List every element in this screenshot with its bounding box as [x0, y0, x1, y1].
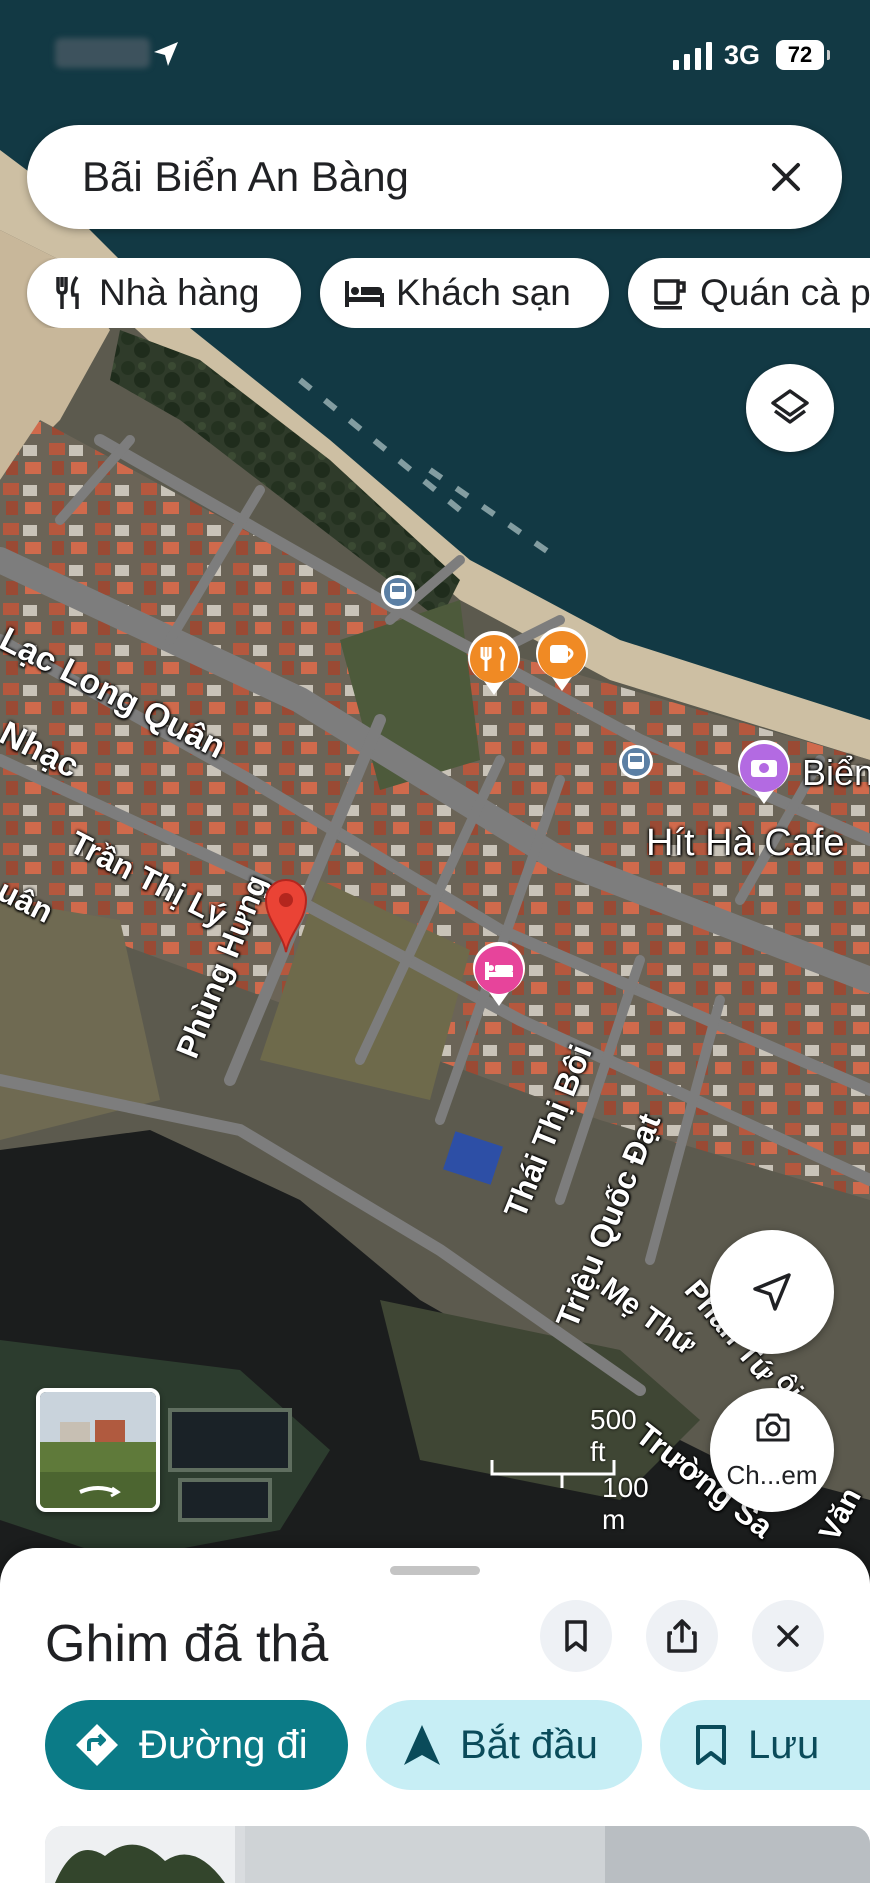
restaurant-icon [56, 275, 79, 309]
directions-button[interactable]: Đường đi [45, 1700, 348, 1790]
directions-label: Đường đi [139, 1722, 308, 1767]
camera-explore-button[interactable]: Ch...em [710, 1388, 834, 1512]
camera-button-label: Ch...em [726, 1460, 818, 1490]
battery-indicator: 72 [776, 40, 830, 70]
close-sheet-button[interactable] [752, 1600, 824, 1672]
navigation-arrow-icon [753, 1273, 791, 1311]
sheet-drag-handle[interactable] [390, 1566, 480, 1575]
place-photos[interactable] [45, 1826, 870, 1883]
place-bottom-sheet[interactable]: Ghim đã thả Đường đi Bắt đầu Lưu [0, 1548, 870, 1883]
share-button[interactable] [646, 1600, 718, 1672]
chip-label: Quán cà phê [700, 272, 870, 313]
photo-spot-marker-icon[interactable] [734, 738, 794, 808]
chip-hotels[interactable]: Khách sạn [320, 258, 609, 328]
hotel-marker-icon[interactable] [469, 940, 529, 1010]
save-button[interactable]: Lưu [660, 1700, 870, 1790]
poi-label-bien[interactable]: Biển [802, 752, 870, 794]
start-label: Bắt đầu [460, 1722, 598, 1767]
layers-icon [771, 389, 809, 424]
cafe-icon [654, 279, 686, 310]
status-bar: 3G 72 [0, 0, 870, 100]
start-navigation-button[interactable]: Bắt đầu [366, 1700, 642, 1790]
chip-cafes[interactable]: Quán cà phê [628, 258, 870, 328]
search-input[interactable]: Bãi Biển An Bàng [82, 153, 409, 201]
sheet-title: Ghim đã thả [45, 1615, 329, 1673]
camera-icon [756, 1413, 790, 1442]
my-location-button[interactable] [710, 1230, 834, 1354]
bookmark-icon [565, 1620, 587, 1652]
street-view-thumbnail[interactable] [36, 1388, 160, 1512]
save-label: Lưu [748, 1722, 820, 1767]
category-chips: Nhà hàng Khách sạn Quán cà phê [0, 258, 870, 328]
directions-icon [76, 1724, 118, 1766]
status-time-blurred [55, 38, 150, 68]
network-type: 3G [724, 40, 761, 70]
save-bookmark-button[interactable] [540, 1600, 612, 1672]
cafe-marker-icon[interactable] [532, 625, 592, 695]
bookmark-icon [696, 1725, 726, 1765]
restaurant-marker-icon[interactable] [464, 629, 524, 699]
dropped-pin-icon[interactable] [262, 874, 310, 954]
street-view-image [40, 1392, 156, 1508]
location-arrow-icon [154, 42, 178, 66]
chip-label: Nhà hàng [99, 272, 260, 313]
hotel-icon [345, 281, 384, 307]
share-icon [667, 1619, 697, 1653]
chip-label: Khách sạn [396, 272, 571, 313]
bus-stop-icon[interactable] [373, 567, 423, 617]
signal-bars-icon [673, 42, 712, 70]
scale-meters: 100 m [602, 1472, 649, 1535]
navigation-arrow-icon [404, 1725, 440, 1765]
close-icon [777, 1625, 799, 1647]
place-photo-image [45, 1826, 870, 1883]
close-icon[interactable] [760, 151, 812, 203]
scale-bar [490, 1460, 616, 1488]
poi-label-hit-ha-cafe[interactable]: Hít Hà Cafe [646, 822, 845, 865]
bus-stop-icon[interactable] [611, 737, 661, 787]
layers-button[interactable] [746, 364, 834, 452]
chip-restaurants[interactable]: Nhà hàng [27, 258, 301, 328]
search-bar[interactable]: Bãi Biển An Bàng [27, 125, 842, 229]
